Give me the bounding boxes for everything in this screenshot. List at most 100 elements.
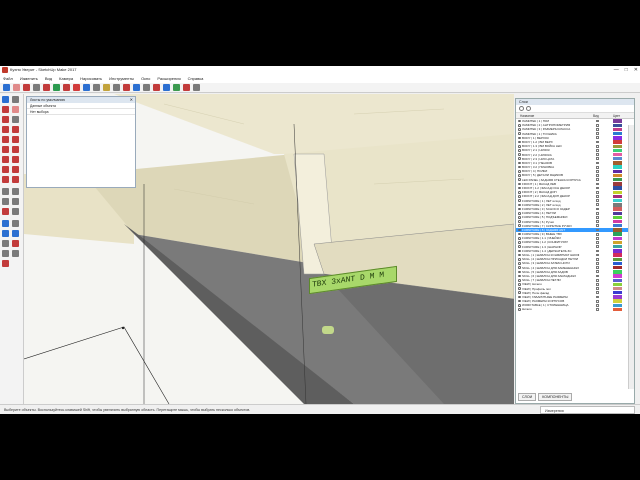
active-layer-radio[interactable] <box>518 262 521 265</box>
rotated-rectangle-icon[interactable] <box>12 126 19 133</box>
layer-visible-checkbox[interactable] <box>596 140 599 144</box>
layer-visible-checkbox[interactable] <box>596 199 599 203</box>
arc-tool-icon[interactable] <box>33 84 40 91</box>
component-icon[interactable] <box>12 96 19 103</box>
active-layer-radio[interactable] <box>518 174 521 177</box>
shapes-tool-icon[interactable] <box>43 84 50 91</box>
active-layer-radio[interactable] <box>518 119 521 123</box>
layer-visible-checkbox[interactable] <box>596 174 599 177</box>
layer-visible-checkbox[interactable] <box>596 149 599 152</box>
section-plane-icon[interactable] <box>2 260 9 267</box>
follow-me-icon[interactable] <box>12 166 19 173</box>
rectangle-icon[interactable] <box>2 126 9 133</box>
active-layer-radio[interactable] <box>518 291 521 295</box>
offset-icon[interactable] <box>12 176 19 183</box>
pie-icon[interactable] <box>12 146 19 153</box>
layer-visible-checkbox[interactable] <box>596 303 599 307</box>
push-pull-icon[interactable] <box>12 156 19 163</box>
push-pull-tool-icon[interactable] <box>53 84 60 91</box>
layer-visible-checkbox[interactable] <box>596 249 599 253</box>
active-layer-radio[interactable] <box>518 257 521 261</box>
layout-icon[interactable] <box>193 84 200 91</box>
close-button[interactable]: ✕ <box>634 66 638 74</box>
active-layer-radio[interactable] <box>518 149 521 152</box>
active-layer-radio[interactable] <box>518 195 521 198</box>
zoom-tool-icon[interactable] <box>153 84 160 91</box>
line-icon[interactable] <box>2 116 9 123</box>
position-camera-icon[interactable] <box>12 240 19 247</box>
layer-visible-checkbox[interactable] <box>596 165 599 169</box>
menu-draw[interactable]: Нарисовать <box>80 74 102 83</box>
polygon-icon[interactable] <box>12 136 19 143</box>
extension-warehouse-icon[interactable] <box>183 84 190 91</box>
active-layer-radio[interactable] <box>518 203 521 207</box>
layer-visible-checkbox[interactable] <box>596 216 599 219</box>
layer-visible-checkbox[interactable] <box>596 241 599 244</box>
scale-tool-icon[interactable] <box>83 84 90 91</box>
active-layer-radio[interactable] <box>518 295 521 299</box>
layer-visible-checkbox[interactable] <box>596 190 599 194</box>
layer-visible-checkbox[interactable] <box>596 153 599 156</box>
active-layer-radio[interactable] <box>518 123 521 127</box>
layer-visible-checkbox[interactable] <box>596 186 599 190</box>
warehouse-icon[interactable] <box>173 84 180 91</box>
pan-icon[interactable] <box>12 220 19 227</box>
layer-visible-checkbox[interactable] <box>596 266 599 270</box>
active-layer-radio[interactable] <box>518 283 521 286</box>
menu-extensions[interactable]: Расширения <box>157 74 180 83</box>
layer-visible-checkbox[interactable] <box>596 224 599 228</box>
layer-visible-checkbox[interactable] <box>596 207 599 211</box>
layer-visible-checkbox[interactable] <box>596 182 599 186</box>
paint-bucket-icon[interactable] <box>2 106 9 113</box>
offset-tool-icon[interactable] <box>93 84 100 91</box>
active-layer-radio[interactable] <box>518 190 521 194</box>
active-layer-radio[interactable] <box>518 278 521 282</box>
active-layer-radio[interactable] <box>518 165 521 169</box>
active-layer-radio[interactable] <box>518 220 521 223</box>
active-layer-radio[interactable] <box>518 132 521 135</box>
active-layer-radio[interactable] <box>518 186 521 190</box>
layer-visible-checkbox[interactable] <box>596 228 599 232</box>
walk-icon[interactable] <box>2 250 9 257</box>
3d-text-icon[interactable] <box>12 208 19 215</box>
layer-visible-checkbox[interactable] <box>596 211 599 215</box>
active-layer-radio[interactable] <box>518 249 521 253</box>
active-layer-radio[interactable] <box>518 241 521 244</box>
layer-visible-checkbox[interactable] <box>596 132 599 136</box>
tape-tool-icon[interactable] <box>103 84 110 91</box>
active-layer-radio[interactable] <box>518 237 521 240</box>
active-layer-radio[interactable] <box>518 153 521 156</box>
layer-visible-checkbox[interactable] <box>596 253 599 257</box>
layer-visible-checkbox[interactable] <box>596 178 599 182</box>
minimize-button[interactable]: — <box>614 66 619 74</box>
layer-visible-checkbox[interactable] <box>596 270 599 274</box>
text-icon[interactable] <box>12 198 19 205</box>
layer-visible-checkbox[interactable] <box>596 299 599 303</box>
layer-visible-checkbox[interactable] <box>596 295 599 299</box>
move-icon[interactable] <box>2 156 9 163</box>
active-layer-radio[interactable] <box>518 287 521 290</box>
active-layer-radio[interactable] <box>518 140 521 144</box>
zoom-icon[interactable] <box>2 230 9 237</box>
layer-row[interactable]: Ничего <box>516 307 634 311</box>
select-tool-icon[interactable] <box>3 84 10 91</box>
layer-visible-checkbox[interactable] <box>596 283 599 286</box>
tab-layers[interactable]: СЛОИ <box>518 393 537 401</box>
orbit-tool-icon[interactable] <box>133 84 140 91</box>
active-layer-radio[interactable] <box>518 224 521 228</box>
orbit-icon[interactable] <box>2 220 9 227</box>
scale-icon[interactable] <box>2 176 9 183</box>
layers-scrollbar[interactable] <box>628 125 634 389</box>
active-layer-radio[interactable] <box>518 308 521 311</box>
layer-visible-checkbox[interactable] <box>596 123 599 127</box>
layer-visible-checkbox[interactable] <box>596 257 599 261</box>
rotate-tool-icon[interactable] <box>73 84 80 91</box>
layer-visible-checkbox[interactable] <box>596 119 599 123</box>
layer-visible-checkbox[interactable] <box>596 203 599 207</box>
layer-visible-checkbox[interactable] <box>596 220 599 223</box>
menu-camera[interactable]: Камера <box>59 74 73 83</box>
active-layer-radio[interactable] <box>518 232 521 236</box>
zoom-extents-icon[interactable] <box>163 84 170 91</box>
active-layer-radio[interactable] <box>518 304 521 307</box>
active-layer-radio[interactable] <box>518 128 521 131</box>
